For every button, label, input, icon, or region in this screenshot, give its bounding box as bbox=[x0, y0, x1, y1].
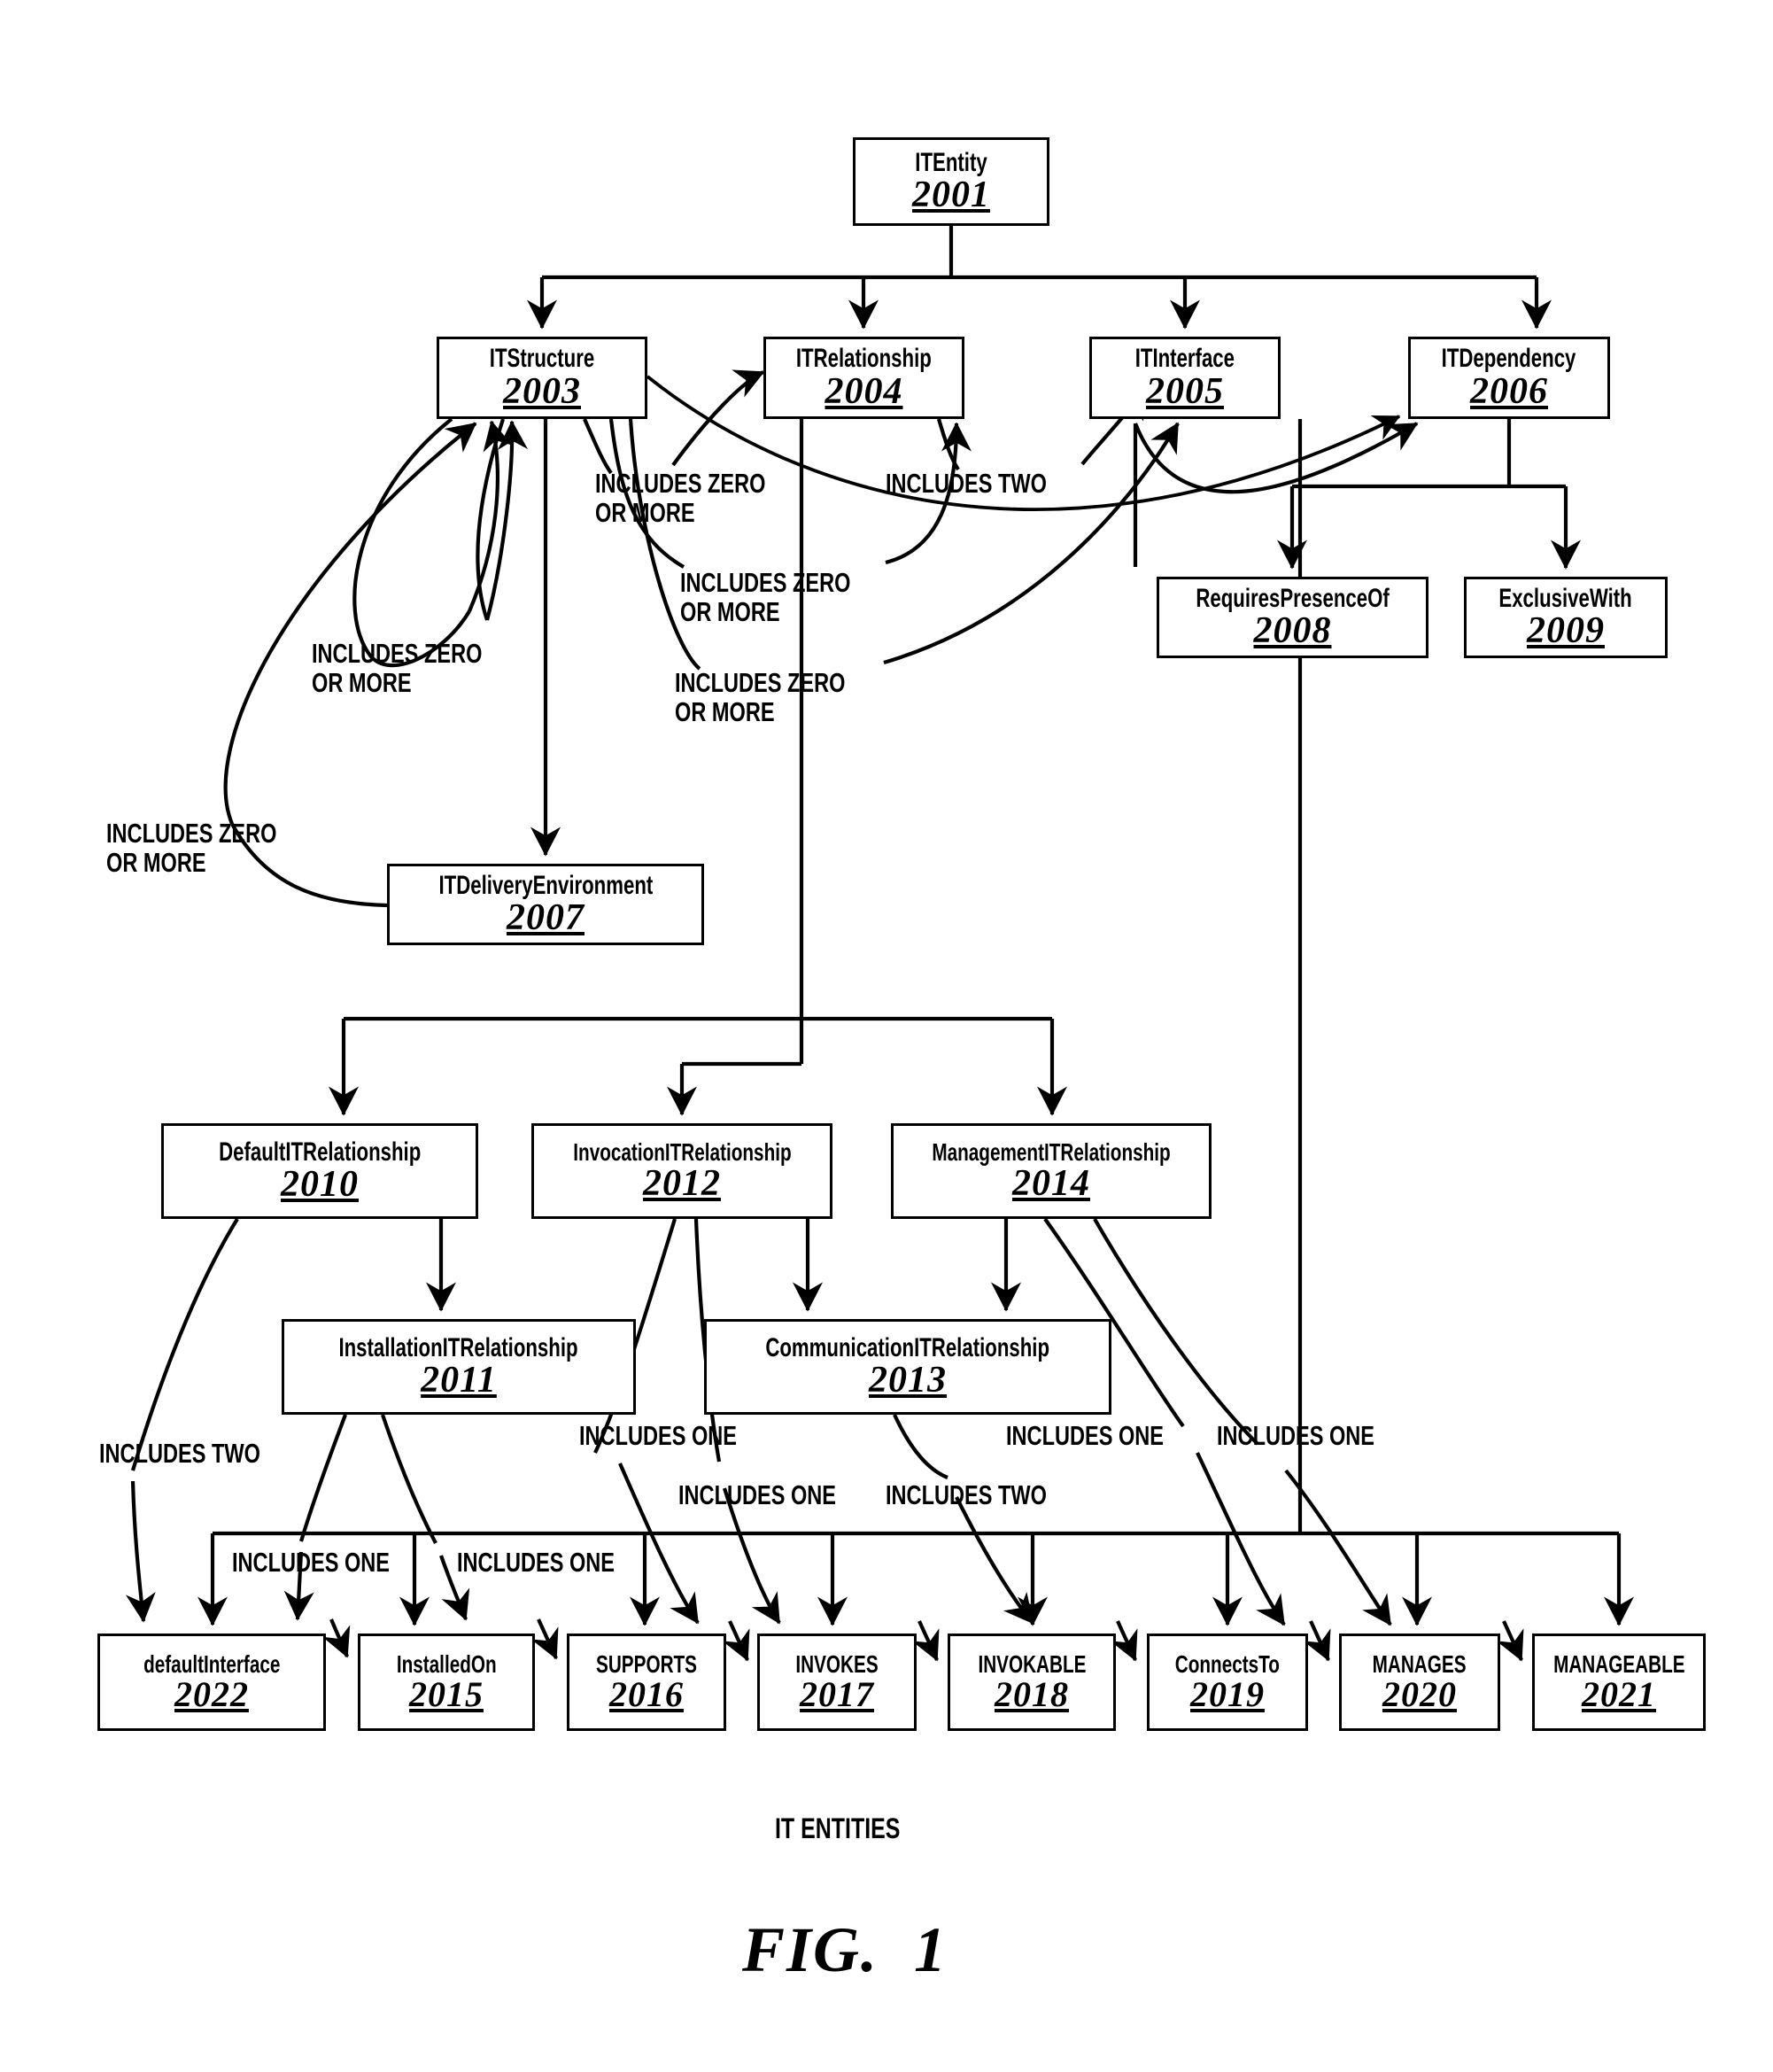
node-2021: MANAGEABLE 2021 bbox=[1532, 1634, 1706, 1731]
node-name-2001: ITEntity bbox=[915, 147, 987, 177]
node-name-2006: ITDependency bbox=[1442, 344, 1576, 374]
node-name-2016: SUPPORTS bbox=[596, 1649, 697, 1678]
edge-label-l7: INCLUDES TWO bbox=[99, 1438, 260, 1469]
node-2008: RequiresPresenceOf 2008 bbox=[1157, 577, 1428, 658]
node-number-2001: 2001 bbox=[912, 175, 990, 216]
edge-label-l3: INCLUDES ZERO OR MORE bbox=[680, 567, 851, 627]
node-2012: InvocationITRelationship 2012 bbox=[531, 1123, 832, 1219]
node-number-2016: 2016 bbox=[609, 1674, 684, 1715]
edge-label-l9: INCLUDES ONE bbox=[1006, 1420, 1165, 1451]
edge-label-l2: INCLUDES TWO bbox=[886, 468, 1047, 499]
node-name-2017: INVOKES bbox=[795, 1649, 879, 1678]
node-2019: ConnectsTo 2019 bbox=[1147, 1634, 1308, 1731]
node-name-2003: ITStructure bbox=[489, 344, 595, 374]
node-2022: defaultInterface 2022 bbox=[97, 1634, 326, 1731]
node-name-2013: CommunicationITRelationship bbox=[765, 1332, 1050, 1362]
node-2018: INVOKABLE 2018 bbox=[948, 1634, 1116, 1731]
edge-label-l14: INCLUDES ONE bbox=[457, 1547, 616, 1578]
node-2010: DefaultITRelationship 2010 bbox=[161, 1123, 478, 1219]
node-name-2022: defaultInterface bbox=[143, 1649, 281, 1678]
node-number-2012: 2012 bbox=[643, 1163, 721, 1205]
edge-label-l4: INCLUDES ZERO OR MORE bbox=[312, 638, 483, 698]
node-number-2011: 2011 bbox=[421, 1360, 497, 1401]
node-number-2019: 2019 bbox=[1190, 1674, 1265, 1715]
node-number-2020: 2020 bbox=[1382, 1674, 1457, 1715]
node-name-2005: ITInterface bbox=[1134, 344, 1235, 374]
node-2016: SUPPORTS 2016 bbox=[567, 1634, 726, 1731]
node-name-2020: MANAGES bbox=[1373, 1649, 1467, 1678]
node-name-2007: ITDeliveryEnvironment bbox=[438, 870, 653, 900]
node-number-2009: 2009 bbox=[1527, 610, 1605, 652]
diagram-connector-layer bbox=[125, 226, 1635, 1662]
node-number-2022: 2022 bbox=[174, 1674, 249, 1715]
node-2001: ITEntity 2001 bbox=[853, 137, 1049, 226]
node-number-2007: 2007 bbox=[507, 897, 585, 939]
figure-number-label: FIG. 1 bbox=[742, 1914, 948, 1985]
edge-label-l10: INCLUDES ONE bbox=[1217, 1420, 1375, 1451]
edge-label-l8: INCLUDES ONE bbox=[579, 1420, 738, 1451]
node-2003: ITStructure 2003 bbox=[437, 337, 647, 419]
node-name-2009: ExclusiveWith bbox=[1498, 583, 1633, 613]
node-2015: InstalledOn 2015 bbox=[358, 1634, 535, 1731]
node-number-2004: 2004 bbox=[825, 370, 903, 412]
node-2007: ITDeliveryEnvironment 2007 bbox=[387, 864, 704, 945]
node-name-2012: InvocationITRelationship bbox=[572, 1137, 792, 1166]
node-number-2014: 2014 bbox=[1012, 1163, 1090, 1205]
edge-label-l11: INCLUDES ONE bbox=[678, 1479, 837, 1510]
node-name-2018: INVOKABLE bbox=[977, 1649, 1087, 1678]
node-2006: ITDependency 2006 bbox=[1408, 337, 1610, 419]
node-2013: CommunicationITRelationship 2013 bbox=[704, 1319, 1111, 1415]
node-name-2021: MANAGEABLE bbox=[1552, 1649, 1685, 1678]
edge-label-l12: INCLUDES TWO bbox=[886, 1479, 1047, 1510]
node-number-2010: 2010 bbox=[281, 1164, 359, 1206]
edge-label-l13: INCLUDES ONE bbox=[232, 1547, 391, 1578]
node-2011: InstallationITRelationship 2011 bbox=[282, 1319, 636, 1415]
edge-label-l5: INCLUDES ZERO OR MORE bbox=[675, 667, 846, 727]
node-name-2019: ConnectsTo bbox=[1174, 1649, 1281, 1678]
node-number-2006: 2006 bbox=[1470, 370, 1548, 412]
node-number-2021: 2021 bbox=[1582, 1674, 1656, 1715]
node-2009: ExclusiveWith 2009 bbox=[1464, 577, 1668, 658]
node-name-2014: ManagementITRelationship bbox=[932, 1137, 1171, 1166]
node-name-2011: InstallationITRelationship bbox=[338, 1332, 579, 1362]
node-2020: MANAGES 2020 bbox=[1339, 1634, 1500, 1731]
node-2014: ManagementITRelationship 2014 bbox=[891, 1123, 1212, 1219]
edge-label-l6: INCLUDES ZERO OR MORE bbox=[106, 818, 277, 878]
node-name-2015: InstalledOn bbox=[396, 1649, 497, 1678]
node-number-2017: 2017 bbox=[800, 1674, 874, 1715]
node-2004: ITRelationship 2004 bbox=[763, 337, 964, 419]
node-number-2015: 2015 bbox=[409, 1674, 484, 1715]
node-number-2003: 2003 bbox=[503, 370, 581, 412]
figure-caption: IT ENTITIES bbox=[775, 1812, 901, 1844]
node-name-2008: RequiresPresenceOf bbox=[1196, 583, 1390, 613]
node-name-2004: ITRelationship bbox=[796, 344, 932, 374]
edge-label-l1: INCLUDES ZERO OR MORE bbox=[595, 468, 766, 528]
node-number-2008: 2008 bbox=[1253, 610, 1332, 652]
node-number-2005: 2005 bbox=[1146, 370, 1224, 412]
node-name-2010: DefaultITRelationship bbox=[218, 1137, 422, 1167]
patent-figure-canvas: ITEntity 2001 ITStructure 2003 ITRelationshi… bbox=[0, 0, 1773, 2072]
node-2017: INVOKES 2017 bbox=[757, 1634, 917, 1731]
node-number-2013: 2013 bbox=[869, 1360, 947, 1401]
node-2005: ITInterface 2005 bbox=[1089, 337, 1281, 419]
node-number-2018: 2018 bbox=[995, 1674, 1069, 1715]
